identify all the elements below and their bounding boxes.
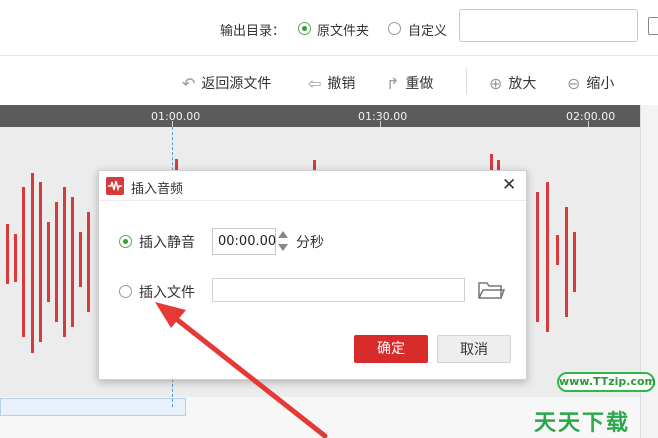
timeline-ruler[interactable]: 01:00.00 01:30.00 02:00.00 — [0, 105, 640, 127]
output-settings-bar: 输出目录： 原文件夹 自定义 — [0, 0, 658, 56]
waveform-bar — [63, 187, 66, 337]
insert-silence-label[interactable]: 插入静音 — [139, 232, 195, 252]
spin-up-icon[interactable] — [278, 231, 288, 238]
original-folder-label[interactable]: 原文件夹 — [317, 20, 369, 39]
horizontal-scrollbar[interactable] — [0, 398, 186, 416]
waveform-bar — [39, 182, 42, 342]
zoom-in-button[interactable]: ⊕ 放大 — [489, 73, 536, 93]
zoom-out-label: 缩小 — [586, 76, 615, 92]
waveform-bar — [47, 222, 50, 302]
original-folder-radio[interactable] — [298, 22, 311, 35]
duration-unit-label: 分秒 — [296, 235, 324, 251]
waveform-bar — [14, 234, 17, 282]
editor-toolbar: ↶ 返回源文件 ⇦ 撤销 ↱ 重做 ⊕ 放大 ⊖ 缩小 — [0, 57, 658, 105]
back-to-source-label: 返回源文件 — [201, 76, 272, 92]
waveform-bar — [87, 212, 90, 312]
return-arrow-icon: ↶ — [182, 73, 196, 93]
browse-folder-icon[interactable] — [648, 17, 658, 35]
output-path-input[interactable] — [459, 9, 638, 42]
undo-button[interactable]: ⇦ 撤销 — [308, 73, 355, 93]
dialog-title: 插入音频 — [131, 182, 184, 197]
custom-folder-radio[interactable] — [388, 22, 401, 35]
redo-button[interactable]: ↱ 重做 — [386, 73, 433, 93]
waveform-bar — [55, 202, 58, 322]
waveform-bar — [71, 197, 74, 327]
tick-label: 01:30.00 — [358, 110, 408, 123]
watermark-url: www.TTzip.com — [557, 372, 656, 392]
zoom-in-label: 放大 — [508, 76, 537, 92]
silence-duration-input[interactable]: 00:00.00 — [212, 228, 276, 255]
waveform-bar — [79, 232, 82, 287]
toolbar-divider — [466, 68, 467, 94]
waveform-bar — [546, 182, 549, 332]
watermark-text: 天天下载 — [534, 411, 631, 436]
custom-folder-label[interactable]: 自定义 — [408, 20, 447, 39]
undo-label: 撤销 — [327, 76, 356, 92]
undo-icon: ⇦ — [308, 73, 322, 93]
dialog-title-bar: 插入音频 ✕ — [99, 171, 526, 201]
output-dir-label: 输出目录： — [220, 24, 286, 39]
redo-label: 重做 — [405, 76, 434, 92]
waveform-bar — [573, 232, 576, 292]
close-icon[interactable]: ✕ — [502, 175, 516, 195]
insert-silence-radio[interactable] — [119, 235, 132, 248]
zoom-out-button[interactable]: ⊖ 缩小 — [567, 73, 614, 93]
zoom-in-icon: ⊕ — [489, 73, 503, 93]
back-to-source-button[interactable]: ↶ 返回源文件 — [182, 73, 271, 93]
tick-label: 02:00.00 — [566, 110, 616, 123]
open-folder-icon[interactable] — [477, 279, 506, 301]
tick-label: 01:00.00 — [151, 110, 201, 123]
file-path-input[interactable] — [212, 278, 465, 302]
waveform-bar — [536, 192, 539, 322]
app-logo-icon — [106, 177, 124, 195]
waveform-bar — [556, 235, 559, 265]
waveform-bar — [31, 173, 34, 353]
duration-spinner[interactable] — [277, 228, 289, 255]
waveform-bar — [565, 207, 568, 317]
redo-icon: ↱ — [386, 73, 400, 93]
waveform-bar — [6, 224, 9, 284]
spin-down-icon[interactable] — [278, 244, 288, 251]
insert-file-label[interactable]: 插入文件 — [139, 282, 195, 302]
confirm-button[interactable]: 确定 — [354, 335, 428, 363]
insert-file-radio[interactable] — [119, 285, 132, 298]
zoom-out-icon: ⊖ — [567, 73, 581, 93]
insert-audio-dialog: 插入音频 ✕ 插入静音 00:00.00 分秒 插入文件 确定 取消 — [98, 170, 527, 380]
waveform-bar — [22, 187, 25, 337]
cancel-button[interactable]: 取消 — [437, 335, 511, 363]
